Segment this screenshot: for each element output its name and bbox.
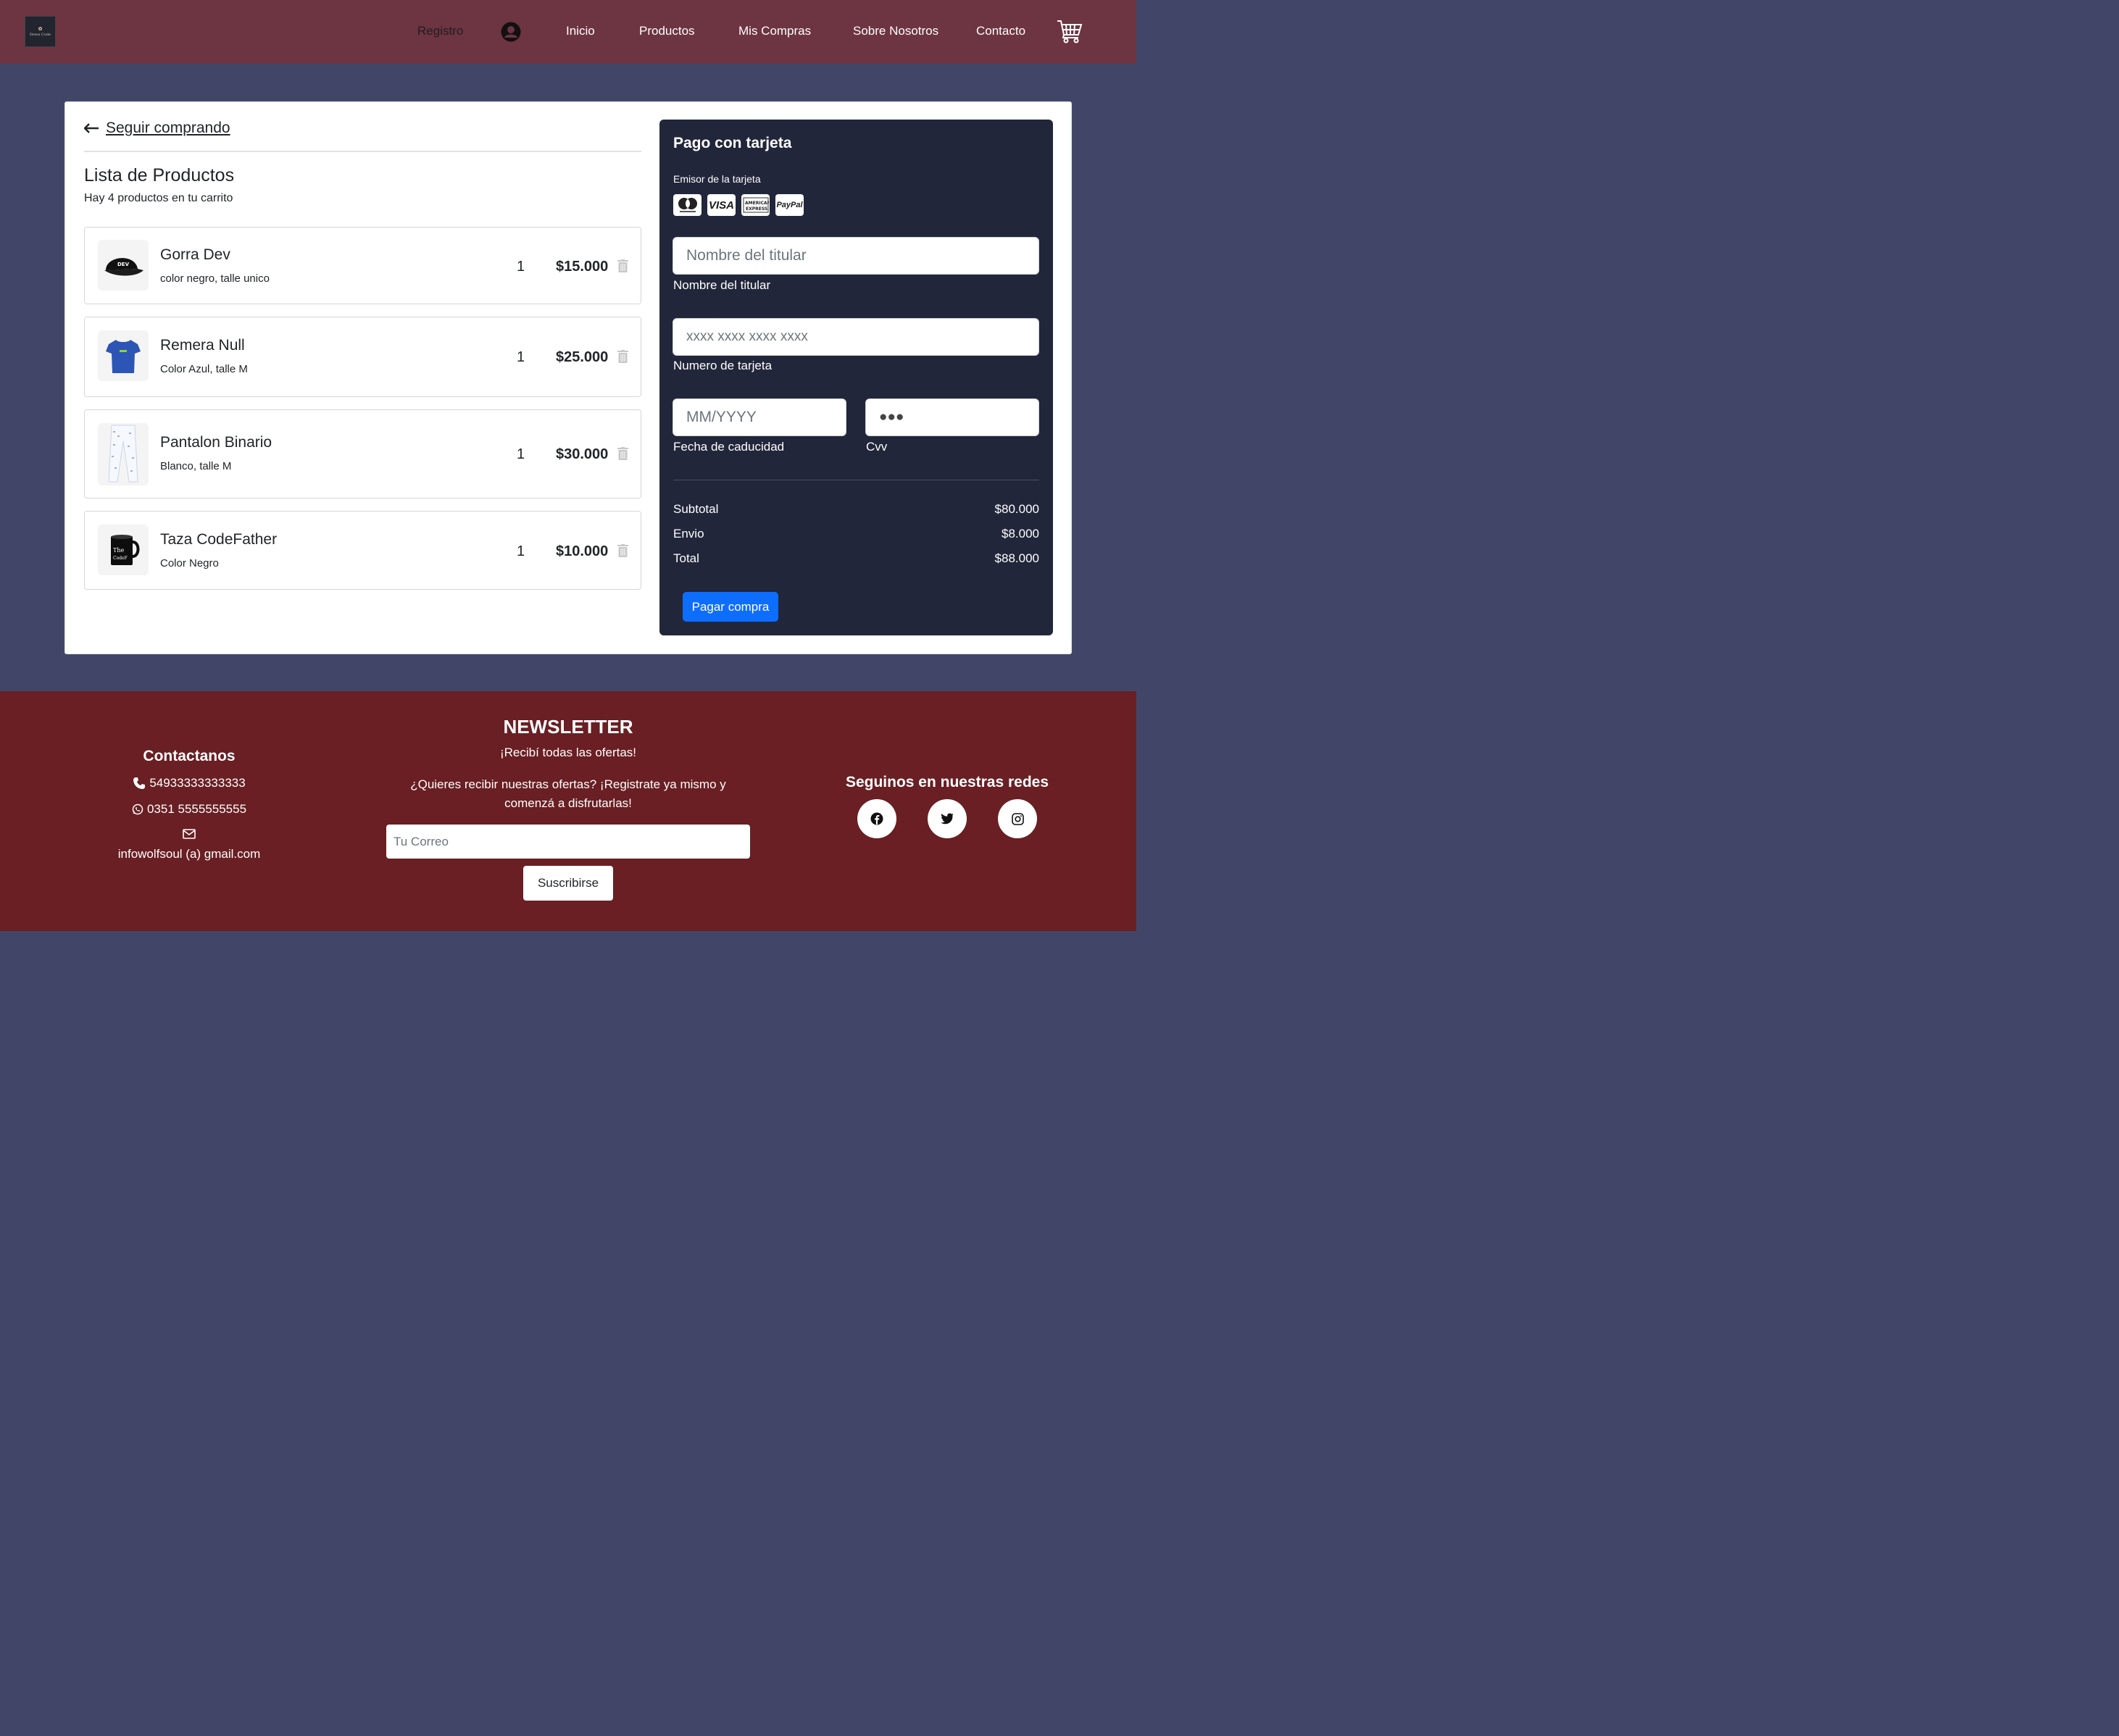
navbar: ✿ Dress Code Registro Inicio Productos M… <box>0 0 1136 64</box>
trash-icon[interactable] <box>617 259 628 272</box>
svg-text:AMERICAN: AMERICAN <box>745 201 769 206</box>
item-quantity: 1 <box>517 543 525 559</box>
item-name: Taza CodeFather <box>160 531 278 548</box>
card-number-label: Numero de tarjeta <box>673 359 773 372</box>
cart-item: The CodeF Taza CodeFather Color Negro 1 … <box>84 511 641 590</box>
item-description: Color Negro <box>160 557 219 569</box>
item-name: Remera Null <box>160 337 245 354</box>
envelope-icon <box>183 829 196 839</box>
mastercard-icon[interactable] <box>673 194 702 216</box>
item-price: $25.000 <box>556 349 609 365</box>
total-value: $88.000 <box>994 551 1039 565</box>
item-description: color negro, talle unico <box>160 272 270 285</box>
paypal-icon[interactable]: PayPal <box>775 194 804 216</box>
facebook-button[interactable] <box>857 799 896 838</box>
svg-text:The: The <box>113 547 124 554</box>
tshirt-image <box>98 330 149 381</box>
whatsapp-number: 0351 5555555555 <box>146 802 247 816</box>
item-price: $10.000 <box>556 543 609 559</box>
newsletter-email-input[interactable]: Tu Correo <box>386 825 750 859</box>
instagram-icon <box>1011 812 1024 825</box>
item-name: Pantalon Binario <box>160 434 272 451</box>
nav-inicio[interactable]: Inicio <box>566 24 595 38</box>
subtotal-label: Subtotal <box>673 502 719 516</box>
item-description: Color Azul, talle M <box>160 363 248 375</box>
continue-shopping-link[interactable]: Seguir comprando <box>84 120 230 137</box>
brand-logo[interactable]: ✿ Dress Code <box>25 16 56 47</box>
instagram-button[interactable] <box>998 799 1037 838</box>
continue-shopping-label: Seguir comprando <box>106 120 230 136</box>
cvv-label: Cvv <box>866 440 888 454</box>
trash-icon[interactable] <box>617 350 628 363</box>
item-quantity: 1 <box>517 259 525 275</box>
shipping-value: $8.000 <box>1002 527 1039 541</box>
item-price: $30.000 <box>556 446 609 462</box>
card-number-input[interactable]: xxxx xxxx xxxx xxxx <box>673 318 1039 356</box>
total-label: Total <box>673 551 699 565</box>
pants-image <box>98 423 149 485</box>
mug-image: The CodeF <box>98 525 149 575</box>
svg-text:DEV: DEV <box>117 262 130 267</box>
footer: Contactanos 54933333333333 0351 55555555… <box>0 691 1136 931</box>
newsletter-subtitle: ¡Recibí todas las ofertas! <box>499 746 637 759</box>
product-list-title: Lista de Productos <box>84 165 235 185</box>
paypal-text: PayPal <box>776 201 803 209</box>
newsletter-text: ¿Quieres recibir nuestras ofertas? ¡Regi… <box>410 777 726 810</box>
email-icon-row <box>0 829 378 839</box>
amex-icon[interactable]: AMERICAN EXPRESS <box>741 194 770 216</box>
svg-text:CodeF: CodeF <box>113 556 128 561</box>
phone-icon <box>133 777 146 789</box>
twitter-icon <box>941 813 954 825</box>
payment-panel: Pago con tarjeta Emisor de la tarjeta VI… <box>659 120 1053 635</box>
facebook-icon <box>870 812 883 825</box>
visa-icon[interactable]: VISA <box>707 194 736 216</box>
pay-button[interactable]: Pagar compra <box>683 592 778 622</box>
item-name: Gorra Dev <box>160 246 230 263</box>
item-quantity: 1 <box>517 446 525 462</box>
whatsapp-icon <box>132 804 143 815</box>
item-description: Blanco, talle M <box>160 460 232 472</box>
whatsapp-contact[interactable]: 0351 5555555555 <box>0 802 378 817</box>
item-price: $15.000 <box>556 259 609 275</box>
subtotal-value: $80.000 <box>994 502 1039 516</box>
phone-number: 54933333333333 <box>149 776 246 790</box>
arrow-left-icon <box>84 123 99 133</box>
cart-item: DEV Gorra Dev color negro, talle unico 1… <box>84 227 641 304</box>
nav-registro[interactable]: Registro <box>417 24 463 38</box>
payment-title: Pago con tarjeta <box>673 135 792 151</box>
cardholder-label: Nombre del titular <box>673 278 771 292</box>
cart-item: Pantalon Binario Blanco, talle M 1 $30.0… <box>84 409 641 498</box>
cardholder-input[interactable]: Nombre del titular <box>673 237 1039 275</box>
cart-icon[interactable] <box>1057 19 1083 43</box>
user-icon[interactable] <box>501 22 521 42</box>
newsletter-title: NEWSLETTER <box>503 716 633 738</box>
expiry-input[interactable]: MM/YYYY <box>673 398 846 436</box>
cap-image: DEV <box>98 240 149 291</box>
logo-mark: ✿ <box>38 26 43 32</box>
svg-text:EXPRESS: EXPRESS <box>746 206 767 212</box>
card-issuer-options: VISA AMERICAN EXPRESS PayPal <box>673 194 804 216</box>
social-title: Seguinos en nuestras redes <box>845 774 1049 790</box>
visa-text: VISA <box>708 199 734 212</box>
card-issuer-label: Emisor de la tarjeta <box>673 173 761 185</box>
trash-icon[interactable] <box>617 447 628 460</box>
cvv-input[interactable]: ●●● <box>865 398 1039 436</box>
item-quantity: 1 <box>517 349 525 365</box>
twitter-button[interactable] <box>928 799 967 838</box>
cart-item: Remera Null Color Azul, talle M 1 $25.00… <box>84 317 641 397</box>
email-address[interactable]: infowolfsoul (a) gmail.com <box>0 847 378 861</box>
shipping-label: Envio <box>673 527 704 541</box>
nav-contacto[interactable]: Contacto <box>976 24 1025 38</box>
nav-mis-compras[interactable]: Mis Compras <box>738 24 811 38</box>
subscribe-button[interactable]: Suscribirse <box>523 866 613 901</box>
logo-text: Dress Code <box>29 32 51 37</box>
trash-icon[interactable] <box>617 544 628 557</box>
expiry-label: Fecha de caducidad <box>673 440 785 454</box>
cart-count-text: Hay 4 productos en tu carrito <box>84 192 233 204</box>
nav-sobre-nosotros[interactable]: Sobre Nosotros <box>853 24 938 38</box>
divider <box>84 151 641 152</box>
nav-productos[interactable]: Productos <box>639 24 695 38</box>
phone-contact[interactable]: 54933333333333 <box>0 776 378 790</box>
